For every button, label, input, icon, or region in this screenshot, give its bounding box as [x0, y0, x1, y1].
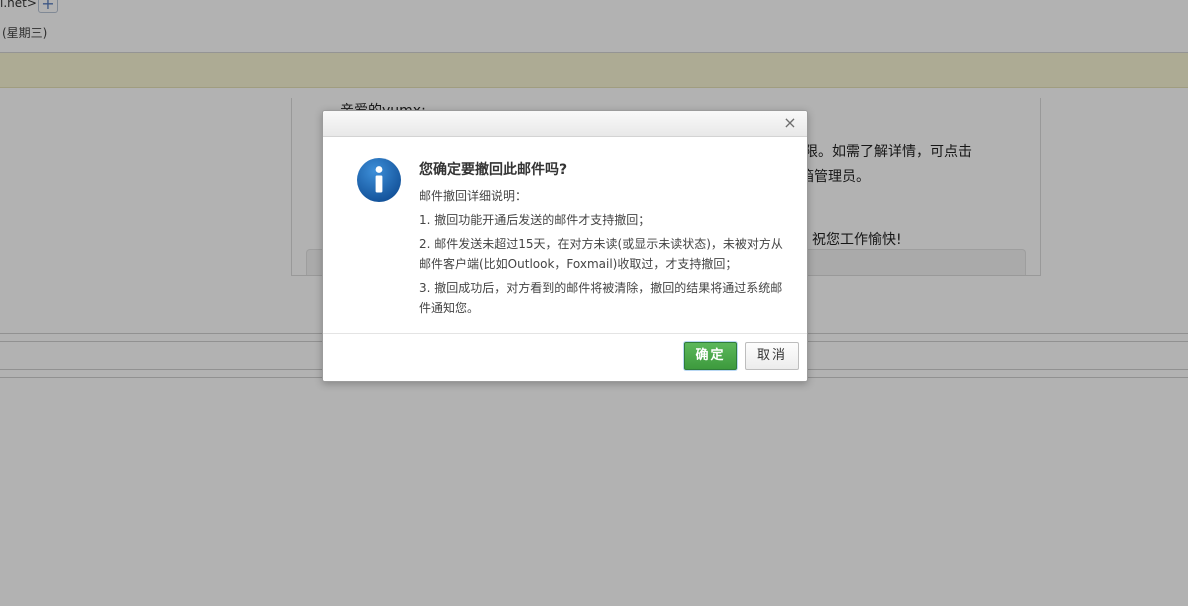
cancel-button[interactable]: 取消: [745, 342, 799, 370]
recall-confirm-dialog: × 您确定要撤回此邮件吗? 邮件撤回详细说明： 1. 撤回功能开通后发送的邮件才…: [322, 110, 808, 382]
info-icon: [357, 158, 401, 202]
close-icon[interactable]: ×: [781, 114, 799, 132]
confirm-button[interactable]: 确定: [684, 342, 737, 370]
recall-rule-1: 1. 撤回功能开通后发送的邮件才支持撤回；: [419, 213, 651, 227]
dialog-titlebar[interactable]: ×: [323, 111, 807, 137]
dialog-title: 您确定要撤回此邮件吗?: [419, 162, 568, 178]
dialog-message: 您确定要撤回此邮件吗? 邮件撤回详细说明： 1. 撤回功能开通后发送的邮件才支持…: [419, 157, 789, 322]
recall-rule-2: 2. 邮件发送未超过15天，在对方未读(或显示未读状态)，未被对方从邮件客户端(…: [419, 237, 783, 271]
recall-explanation-heading: 邮件撤回详细说明：: [419, 189, 528, 203]
dialog-body: 您确定要撤回此邮件吗? 邮件撤回详细说明： 1. 撤回功能开通后发送的邮件才支持…: [323, 137, 807, 335]
recall-rule-3: 3. 撤回成功后，对方看到的邮件将被清除，撤回的结果将通过系统邮件通知您。: [419, 281, 783, 315]
mail-read-page: l.net> + (星期三) 亲爱的yumx: 权限。如需了解详情，可点击 箱管…: [0, 0, 1188, 606]
dialog-footer: 确定 取消: [323, 333, 807, 381]
